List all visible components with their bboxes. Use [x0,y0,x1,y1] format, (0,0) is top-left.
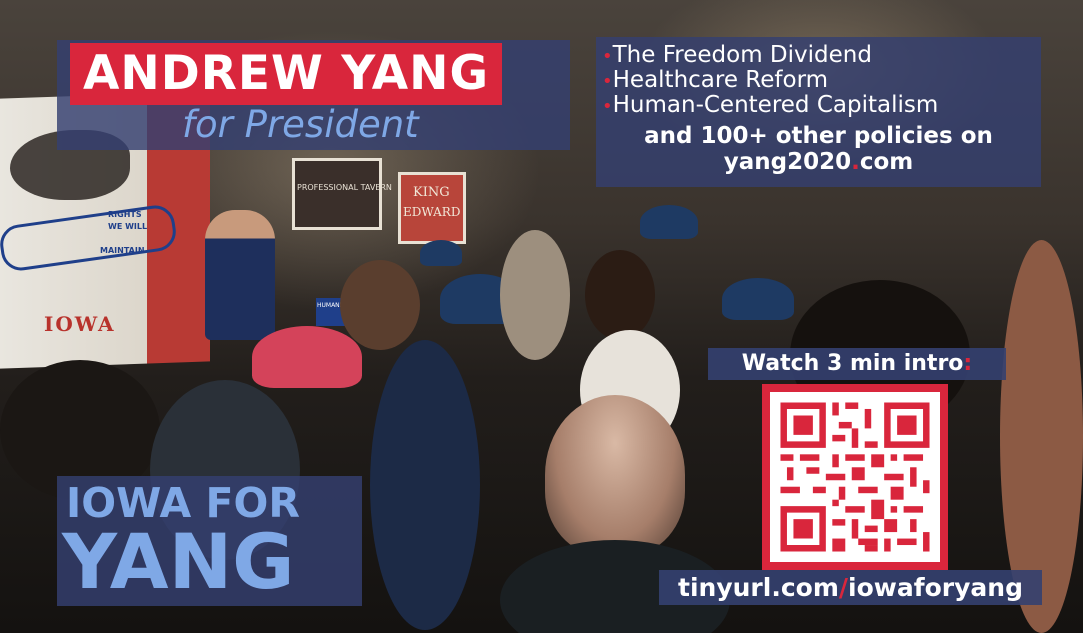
watch-intro-label: Watch 3 min intro: [708,348,1006,380]
crowd-cap [252,326,362,388]
crowd-cap [722,278,794,320]
edward-sign-text: EDWARD [403,205,461,219]
policy-item: •The Freedom Dividend [602,42,872,68]
crowd-figure [585,250,655,340]
candidate-name: ANDREW YANG [70,43,503,105]
ribbon-word: RIGHTS [108,210,142,219]
king-sign-text: KING [413,185,450,200]
bald-head-figure [545,395,685,555]
king-edward-sign: KING EDWARD [398,172,466,244]
crowd-figure [340,260,420,350]
crowd-cap [640,205,698,239]
for-president-subtitle: for President [182,103,419,146]
qr-code[interactable] [762,384,948,570]
ribbon-word: WE WILL [108,222,148,231]
yang-heading: YANG [62,517,295,606]
more-policies-text: and 100+ other policies on [644,123,993,149]
bullet-icon: • [602,46,613,67]
ribbon-word: MAINTAIN [100,246,145,255]
policy-item: •Healthcare Reform [602,67,829,93]
tavern-sign-text: PROFESSIONAL TAVERN [297,183,392,192]
intro-video-link[interactable]: tinyurl.com/iowaforyang [659,570,1042,605]
policy-item: •Human-Centered Capitalism [602,92,939,118]
speaker-figure [205,210,275,340]
crowd-figure [500,230,570,360]
flag-iowa-text: IOWA [44,312,116,336]
tavern-sign: PROFESSIONAL TAVERN [292,158,392,230]
crowd-figure [370,340,480,630]
bullet-icon: • [602,71,613,92]
campaign-website-link[interactable]: yang2020.com [596,148,1041,176]
crowd-cap [420,240,462,266]
qr-code-icon [774,396,936,558]
bullet-icon: • [602,96,613,117]
